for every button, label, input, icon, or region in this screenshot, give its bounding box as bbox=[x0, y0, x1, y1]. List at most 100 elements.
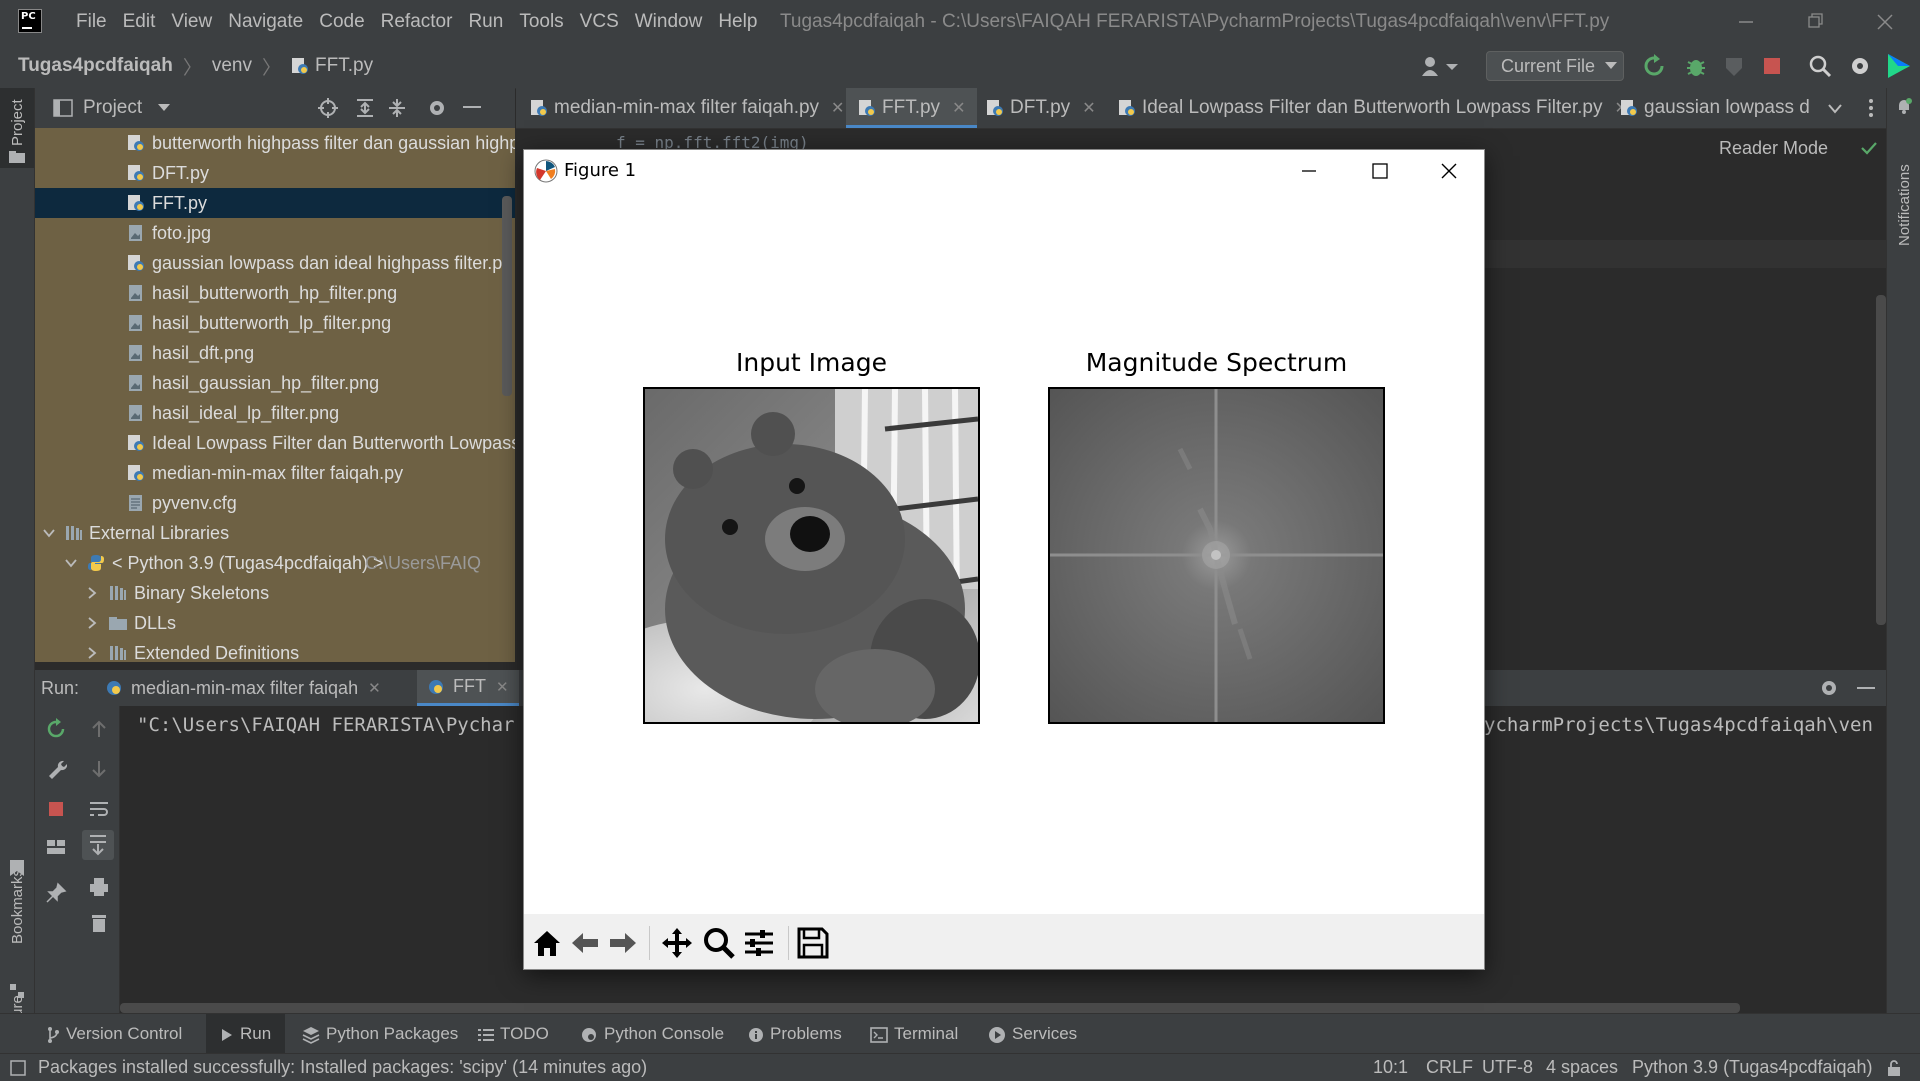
tab-dft[interactable]: DFT.py ✕ bbox=[986, 88, 1096, 128]
minimize-button[interactable] bbox=[1710, 0, 1780, 44]
arrow-down-icon[interactable] bbox=[88, 758, 110, 780]
editor-scrollbar[interactable] bbox=[1876, 295, 1886, 625]
indentation[interactable]: 4 spaces bbox=[1546, 1054, 1618, 1081]
tool-services[interactable]: Services bbox=[988, 1014, 1077, 1054]
tree-file-item-selected[interactable]: FFT.py bbox=[35, 188, 515, 218]
jetbrains-toolbox-icon[interactable] bbox=[1886, 52, 1912, 80]
tree-file-item[interactable]: DFT.py bbox=[35, 158, 515, 188]
gear-icon[interactable] bbox=[427, 98, 447, 118]
chevron-down-icon[interactable] bbox=[1828, 104, 1842, 114]
tool-python-console[interactable]: Python Console bbox=[580, 1014, 724, 1054]
menu-vcs[interactable]: VCS bbox=[572, 0, 627, 44]
menu-refactor[interactable]: Refactor bbox=[373, 0, 461, 44]
scroll-to-end-button[interactable] bbox=[82, 830, 114, 860]
restore-button[interactable] bbox=[1780, 0, 1850, 44]
project-panel-title[interactable]: Project bbox=[83, 97, 142, 119]
tree-file-item[interactable]: pyvenv.cfg bbox=[35, 488, 515, 518]
expand-all-icon[interactable] bbox=[355, 98, 375, 118]
project-tool-button[interactable]: Project bbox=[0, 88, 34, 168]
trash-icon[interactable] bbox=[88, 912, 110, 934]
tree-file-item[interactable]: hasil_butterworth_hp_filter.png bbox=[35, 278, 515, 308]
file-encoding[interactable]: UTF-8 bbox=[1482, 1054, 1533, 1081]
figure-close-button[interactable] bbox=[1414, 150, 1484, 192]
run-tab-fft[interactable]: FFT ✕ bbox=[417, 670, 519, 706]
menu-window[interactable]: Window bbox=[627, 0, 711, 44]
run-configuration-dropdown[interactable]: Current File bbox=[1486, 51, 1624, 81]
pan-icon[interactable] bbox=[660, 926, 694, 960]
close-icon[interactable]: ✕ bbox=[831, 100, 844, 117]
tree-python-sdk[interactable]: < Python 3.9 (Tugas4pcdfaiqah) > C:\User… bbox=[35, 548, 515, 578]
figure-maximize-button[interactable] bbox=[1344, 150, 1414, 192]
tree-file-item[interactable]: butterworth highpass filter dan gaussian… bbox=[35, 128, 515, 158]
stop-icon[interactable] bbox=[45, 798, 67, 820]
status-message[interactable]: Packages installed successfully: Install… bbox=[38, 1054, 647, 1081]
hide-panel-icon[interactable] bbox=[463, 106, 481, 110]
breadcrumb-project[interactable]: Tugas4pcdfaiqah bbox=[18, 55, 173, 77]
coverage-icon[interactable] bbox=[1722, 54, 1746, 78]
back-arrow-icon[interactable] bbox=[568, 926, 602, 960]
figure-minimize-button[interactable] bbox=[1274, 150, 1344, 192]
wrench-icon[interactable] bbox=[45, 758, 67, 780]
tree-file-item[interactable]: hasil_butterworth_lp_filter.png bbox=[35, 308, 515, 338]
close-window-button[interactable] bbox=[1850, 0, 1920, 44]
menu-run[interactable]: Run bbox=[460, 0, 511, 44]
stop-icon[interactable] bbox=[1760, 54, 1784, 78]
caret-position[interactable]: 10:1 bbox=[1373, 1054, 1408, 1081]
tool-version-control[interactable]: Version Control bbox=[46, 1014, 182, 1054]
debug-icon[interactable] bbox=[1684, 54, 1708, 78]
configure-subplots-icon[interactable] bbox=[742, 926, 776, 960]
collapse-all-icon[interactable] bbox=[387, 98, 407, 118]
search-icon[interactable] bbox=[1808, 54, 1832, 78]
python-interpreter[interactable]: Python 3.9 (Tugas4pcdfaiqah) bbox=[1632, 1054, 1873, 1081]
tool-todo[interactable]: TODO bbox=[478, 1014, 549, 1054]
tool-problems[interactable]: Problems bbox=[748, 1014, 842, 1054]
lock-icon[interactable] bbox=[1886, 1059, 1902, 1077]
notifications-tool-button[interactable]: Notifications bbox=[1887, 120, 1920, 250]
console-horizontal-scrollbar[interactable] bbox=[120, 1003, 1740, 1013]
user-icon[interactable] bbox=[1420, 54, 1464, 78]
menu-tools[interactable]: Tools bbox=[511, 0, 571, 44]
tool-terminal[interactable]: Terminal bbox=[870, 1014, 958, 1054]
tree-extended-definitions[interactable]: Extended Definitions bbox=[35, 638, 515, 662]
chevron-down-icon[interactable] bbox=[158, 104, 171, 112]
rerun-icon[interactable] bbox=[45, 718, 67, 740]
project-tree-scrollbar[interactable] bbox=[502, 196, 512, 396]
close-icon[interactable]: ✕ bbox=[496, 678, 509, 696]
breadcrumb-file[interactable]: FFT.py bbox=[315, 55, 373, 77]
tree-file-item[interactable]: median-min-max filter faiqah.py bbox=[35, 458, 515, 488]
tab-fft[interactable]: FFT.py ✕ bbox=[846, 88, 978, 128]
layout-icon[interactable] bbox=[45, 836, 67, 858]
layout-toggle-icon[interactable] bbox=[10, 1060, 26, 1076]
tree-file-item[interactable]: Ideal Lowpass Filter dan Butterworth Low… bbox=[35, 428, 515, 458]
arrow-up-icon[interactable] bbox=[88, 718, 110, 740]
menu-edit[interactable]: Edit bbox=[115, 0, 164, 44]
tree-dlls[interactable]: DLLs bbox=[35, 608, 515, 638]
locate-icon[interactable] bbox=[318, 98, 338, 118]
figure-titlebar[interactable]: Figure 1 bbox=[524, 150, 1484, 192]
tab-ideal-lowpass[interactable]: Ideal Lowpass Filter dan Butterworth Low… bbox=[1118, 88, 1628, 128]
gear-icon[interactable] bbox=[1819, 678, 1839, 698]
home-icon[interactable] bbox=[530, 926, 564, 960]
tree-file-item[interactable]: hasil_ideal_lp_filter.png bbox=[35, 398, 515, 428]
rerun-icon[interactable] bbox=[1642, 54, 1666, 78]
tree-file-item[interactable]: gaussian lowpass dan ideal highpass filt… bbox=[35, 248, 515, 278]
tab-gaussian-lowpass[interactable]: gaussian lowpass d bbox=[1620, 88, 1812, 128]
hide-panel-icon[interactable] bbox=[1857, 687, 1875, 691]
zoom-icon[interactable] bbox=[702, 926, 736, 960]
close-icon[interactable]: ✕ bbox=[1082, 100, 1095, 117]
tab-median-min-max[interactable]: median-min-max filter faiqah.py ✕ bbox=[530, 88, 844, 128]
tree-file-item[interactable]: hasil_dft.png bbox=[35, 338, 515, 368]
menu-navigate[interactable]: Navigate bbox=[220, 0, 311, 44]
tree-binary-skeletons[interactable]: Binary Skeletons bbox=[35, 578, 515, 608]
menu-help[interactable]: Help bbox=[710, 0, 765, 44]
pin-icon[interactable] bbox=[45, 882, 67, 904]
save-icon[interactable] bbox=[796, 926, 830, 960]
menu-view[interactable]: View bbox=[163, 0, 220, 44]
close-icon[interactable]: ✕ bbox=[952, 100, 965, 117]
breadcrumb-venv[interactable]: venv bbox=[212, 55, 252, 77]
tree-file-item[interactable]: hasil_gaussian_hp_filter.png bbox=[35, 368, 515, 398]
print-icon[interactable] bbox=[88, 876, 110, 898]
run-tab-median[interactable]: median-min-max filter faiqah ✕ bbox=[105, 670, 381, 706]
tool-run[interactable]: Run bbox=[206, 1014, 286, 1054]
forward-arrow-icon[interactable] bbox=[606, 926, 640, 960]
